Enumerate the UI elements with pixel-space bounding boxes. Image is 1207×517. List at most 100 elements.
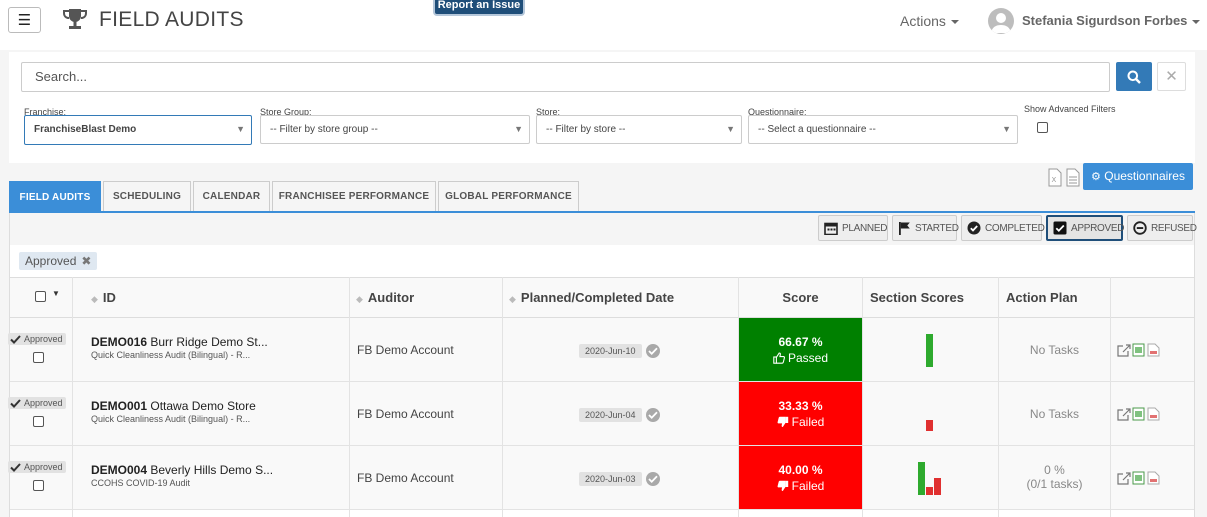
status-filter-completed-label: COMPLETED (985, 222, 1045, 234)
export-pdf-icon[interactable] (1147, 471, 1160, 488)
store-name: Burr Ridge Demo St... (150, 335, 268, 349)
status-filter-planned-label: PLANNED (842, 222, 888, 234)
user-menu[interactable]: Stefania Sigurdson Forbes (1022, 13, 1201, 28)
franchise-select[interactable]: FranchiseBlast Demo ▼ (24, 115, 252, 145)
export-excel-icon[interactable] (1132, 343, 1146, 360)
audit-date: 2020-Jun-10 (579, 344, 642, 358)
search-input[interactable]: Search... (21, 62, 1110, 92)
calendar-icon (824, 221, 838, 235)
score-value: 40.00 % (778, 462, 823, 477)
row-actions (1117, 471, 1160, 488)
questionnaire-select[interactable]: -- Select a questionnaire -- ▼ (748, 115, 1018, 144)
action-plan-cell: No Tasks (999, 407, 1110, 421)
thumbs-up-icon (773, 351, 785, 364)
section-score-bar (926, 487, 933, 495)
report-issue-button[interactable]: Report an Issue (433, 0, 525, 16)
search-button[interactable] (1116, 62, 1152, 91)
action-plan-cell: 0 % (0/1 tasks) (999, 463, 1110, 491)
hamburger-menu-button[interactable]: ☰ (8, 7, 41, 33)
questionnaire-name: CCOHS COVID-19 Audit (91, 478, 191, 488)
tab-scheduling[interactable]: SCHEDULING (103, 181, 191, 212)
column-header-auditor[interactable]: ◆ Auditor (356, 277, 414, 318)
column-divider (72, 277, 73, 517)
column-header-id[interactable]: ◆ ID (91, 277, 116, 318)
questionnaire-name: Quick Cleanliness Audit (Bilingual) - R.… (91, 350, 251, 360)
audit-date: 2020-Jun-03 (579, 472, 642, 486)
clear-search-button[interactable]: ✕ (1157, 62, 1186, 91)
score-result: Passed (773, 350, 828, 366)
row-checkbox[interactable] (33, 480, 44, 491)
sort-icon: ◆ (356, 294, 363, 304)
export-pdf-icon[interactable] (1147, 343, 1160, 360)
audit-title-link[interactable]: DEMO001 Ottawa Demo Store (91, 399, 256, 413)
sort-icon: ◆ (509, 294, 516, 304)
status-filter-approved-label: APPROVED (1071, 222, 1125, 234)
status-filter-approved[interactable]: APPROVED (1046, 215, 1125, 241)
caret-down-icon (1192, 19, 1201, 24)
user-name: Stefania Sigurdson Forbes (1022, 13, 1188, 28)
dropdown-arrow-icon: ▼ (1002, 124, 1011, 134)
export-document-icon[interactable] (1066, 168, 1080, 190)
store-group-select-value: -- Filter by store group -- (270, 124, 378, 135)
column-header-id-label: ID (102, 290, 116, 305)
score-value: 66.67 % (778, 334, 823, 349)
open-external-icon[interactable] (1117, 407, 1131, 424)
tab-calendar[interactable]: CALENDAR (193, 181, 270, 212)
caret-down-icon (950, 20, 959, 25)
audit-id: DEMO004 (91, 463, 148, 477)
row-actions (1117, 407, 1160, 424)
tab-global-performance[interactable]: GLOBAL PERFORMANCE (438, 181, 579, 212)
column-header-date[interactable]: ◆ Planned/Completed Date (509, 277, 674, 318)
score-cell[interactable]: 66.67 % Passed (739, 318, 862, 381)
status-badge-label: Approved (24, 398, 63, 408)
tab-franchisee-performance[interactable]: FRANCHISEE PERFORMANCE (272, 181, 436, 212)
select-all-checkbox[interactable] (35, 291, 46, 302)
score-result: Failed (777, 414, 824, 430)
export-excel-icon[interactable] (1132, 407, 1146, 424)
open-external-icon[interactable] (1117, 343, 1131, 360)
score-result-label: Failed (791, 478, 825, 493)
thumbs-down-icon (777, 416, 789, 428)
section-scores-chart (926, 398, 933, 431)
column-header-section-scores: Section Scores (870, 290, 964, 305)
completed-check-icon (646, 408, 660, 422)
flag-icon (898, 221, 911, 235)
action-plan-value: 0 % (1044, 463, 1065, 477)
status-filter-refused[interactable]: REFUSED (1127, 215, 1197, 241)
select-menu-caret-icon[interactable]: ▼ (52, 289, 60, 298)
store-name: Beverly Hills Demo S... (150, 463, 274, 477)
column-divider (1110, 277, 1111, 517)
questionnaires-button-label: Questionnaires (1104, 169, 1185, 183)
status-badge: Approved (8, 333, 66, 345)
actions-dropdown[interactable]: Actions (900, 13, 959, 29)
search-icon (1127, 70, 1141, 84)
active-filter-chip[interactable]: Approved ✖ (19, 252, 98, 270)
svg-text:X: X (1052, 176, 1057, 184)
export-excel-icon[interactable] (1132, 471, 1146, 488)
section-scores-chart (918, 462, 941, 495)
questionnaires-button[interactable]: ⚙ Questionnaires (1083, 163, 1193, 190)
export-pdf-icon[interactable] (1147, 407, 1160, 424)
remove-filter-icon[interactable]: ✖ (81, 254, 91, 268)
row-checkbox[interactable] (33, 416, 44, 427)
audit-id: DEMO016 (91, 335, 148, 349)
auditor-name: FB Demo Account (357, 343, 454, 357)
dropdown-arrow-icon: ▼ (726, 124, 735, 134)
store-select[interactable]: -- Filter by store -- ▼ (536, 115, 742, 144)
status-filter-completed[interactable]: COMPLETED (961, 215, 1045, 241)
tab-field-audits[interactable]: FIELD AUDITS (9, 181, 101, 212)
status-filter-started[interactable]: STARTED (892, 215, 959, 241)
check-circle-icon (967, 221, 981, 235)
score-cell[interactable]: 40.00 % Failed (739, 446, 862, 509)
export-excel-icon[interactable]: X (1048, 168, 1062, 190)
status-filter-started-label: STARTED (915, 222, 959, 234)
store-group-select[interactable]: -- Filter by store group -- ▼ (260, 115, 530, 144)
row-checkbox[interactable] (33, 352, 44, 363)
status-filter-planned[interactable]: PLANNED (818, 215, 888, 241)
score-cell[interactable]: 33.33 % Failed (739, 382, 862, 445)
open-external-icon[interactable] (1117, 471, 1131, 488)
user-avatar-icon[interactable] (988, 8, 1014, 34)
audit-title-link[interactable]: DEMO016 Burr Ridge Demo St... (91, 335, 268, 349)
audit-title-link[interactable]: DEMO004 Beverly Hills Demo S... (91, 463, 273, 477)
advanced-filters-checkbox[interactable] (1037, 122, 1048, 133)
